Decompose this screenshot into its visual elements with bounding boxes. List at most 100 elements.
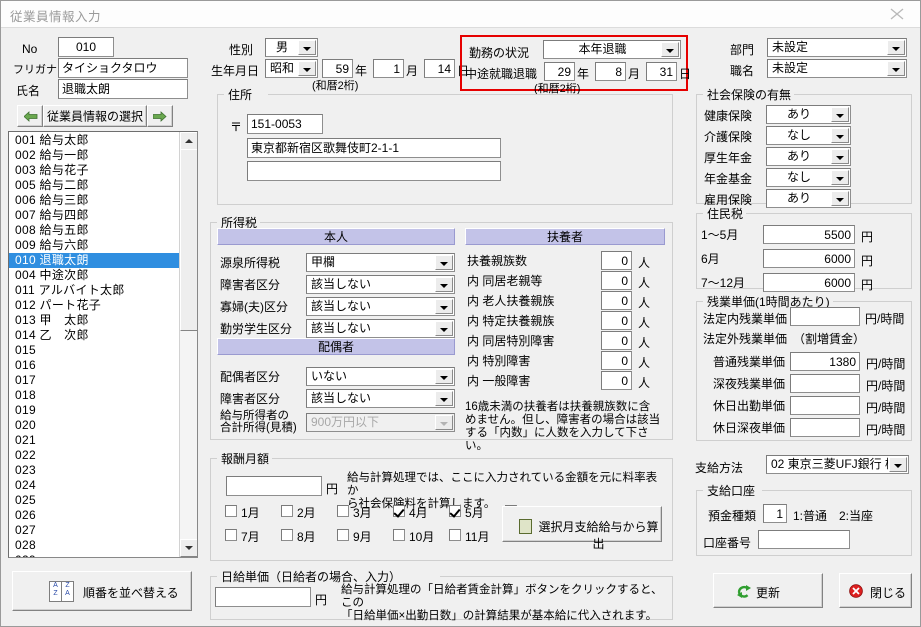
checkbox-icon[interactable]	[393, 529, 405, 541]
sort-order-button[interactable]: AZ ZA 順番を並べ替える	[12, 571, 192, 611]
prev-employee-button[interactable]	[17, 105, 43, 127]
chevron-down-icon[interactable]	[831, 170, 849, 185]
update-button[interactable]: 更新	[713, 573, 823, 608]
list-item[interactable]: 015	[9, 343, 179, 358]
chevron-down-icon[interactable]	[435, 321, 453, 336]
address-line2-field[interactable]	[247, 161, 501, 181]
list-item[interactable]: 016	[9, 358, 179, 373]
chevron-down-icon[interactable]	[889, 457, 907, 472]
list-item[interactable]: 025	[9, 493, 179, 508]
checkbox-icon[interactable]	[225, 505, 237, 517]
chevron-down-icon[interactable]	[831, 128, 849, 143]
employee-list[interactable]: 001 給与太郎 002 給与一郎 003 給与花子 005 給与二郎 006 給与三郎…	[8, 131, 198, 558]
chevron-down-icon[interactable]	[435, 299, 453, 314]
list-item[interactable]: 011 アルバイト太郎	[9, 283, 179, 298]
overtime-rate-field[interactable]	[790, 396, 860, 415]
list-item[interactable]: 010 退職太朗	[9, 253, 179, 268]
list-item[interactable]: 006 給与三郎	[9, 193, 179, 208]
overtime-rate-field[interactable]: 1380	[790, 352, 860, 371]
account-number-field[interactable]	[758, 530, 850, 549]
checkbox-icon[interactable]	[449, 529, 461, 541]
list-item[interactable]: 024	[9, 478, 179, 493]
checkbox-icon[interactable]	[281, 505, 293, 517]
chevron-down-icon[interactable]	[831, 149, 849, 164]
work-status-select[interactable]: 本年退職	[543, 40, 681, 59]
select-employee-button[interactable]: 従業員情報の選択	[43, 105, 147, 127]
list-item[interactable]: 027	[9, 523, 179, 538]
list-item[interactable]: 028	[9, 538, 179, 553]
birth-era-select[interactable]: 昭和	[265, 59, 318, 78]
leave-year-field[interactable]: 29	[544, 62, 575, 81]
list-item[interactable]: 017	[9, 373, 179, 388]
checkbox-icon[interactable]	[337, 529, 349, 541]
chevron-down-icon[interactable]	[831, 107, 849, 122]
next-employee-button[interactable]	[147, 105, 173, 127]
birth-year-field[interactable]: 59	[322, 59, 353, 78]
list-item[interactable]: 007 給与四郎	[9, 208, 179, 223]
dependent-field[interactable]: 0	[601, 271, 632, 290]
dependent-field[interactable]: 0	[601, 351, 632, 370]
chevron-down-icon[interactable]	[435, 277, 453, 292]
resident-tax-field[interactable]: 6000	[763, 249, 855, 268]
list-item[interactable]: 012 パート花子	[9, 298, 179, 313]
list-item[interactable]: 001 給与太郎	[9, 133, 179, 148]
list-item[interactable]: 009 給与六郎	[9, 238, 179, 253]
list-item[interactable]: 023	[9, 463, 179, 478]
checkbox-icon[interactable]	[281, 529, 293, 541]
postal-code-field[interactable]: 151-0053	[247, 114, 323, 134]
chevron-down-icon[interactable]	[887, 61, 905, 76]
department-select[interactable]: 未設定	[767, 38, 907, 57]
list-item[interactable]: 002 給与一郎	[9, 148, 179, 163]
chevron-down-icon[interactable]	[298, 40, 316, 55]
scroll-down-button[interactable]	[180, 539, 197, 557]
employee-list-scrollbar[interactable]	[179, 132, 197, 557]
checkbox-icon[interactable]	[225, 529, 237, 541]
furigana-field[interactable]: タイショクタロウ	[58, 58, 188, 78]
leave-day-field[interactable]: 31	[646, 62, 677, 81]
income-tax-self-select[interactable]: 該当しない	[306, 275, 455, 294]
legal-inside-overtime-field[interactable]	[790, 307, 860, 326]
chevron-down-icon[interactable]	[887, 40, 905, 55]
dependent-field[interactable]: 0	[601, 371, 632, 390]
payment-method-select[interactable]: 02 東京三菱UFJ銀行 柏支	[766, 455, 909, 474]
calc-from-selected-months-button[interactable]: 選択月支給給与から算出	[502, 506, 662, 551]
job-title-select[interactable]: 未設定	[767, 59, 907, 78]
list-item[interactable]: 003 給与花子	[9, 163, 179, 178]
dependent-field[interactable]: 0	[601, 291, 632, 310]
list-item[interactable]: 013 甲 太郎	[9, 313, 179, 328]
dependent-field[interactable]: 0	[601, 251, 632, 270]
list-item[interactable]: 021	[9, 433, 179, 448]
list-item[interactable]: 005 給与二郎	[9, 178, 179, 193]
chevron-down-icon[interactable]	[435, 255, 453, 270]
list-item[interactable]: 022	[9, 448, 179, 463]
list-item[interactable]: 029	[9, 553, 179, 557]
gender-select[interactable]: 男	[265, 38, 318, 57]
social-insurance-select[interactable]: あり	[766, 147, 851, 166]
remuneration-amount-field[interactable]	[226, 476, 322, 496]
social-insurance-select[interactable]: あり	[766, 189, 851, 208]
resident-tax-field[interactable]: 5500	[763, 225, 855, 244]
list-item[interactable]: 019	[9, 403, 179, 418]
scroll-up-button[interactable]	[180, 132, 197, 150]
checkbox-icon[interactable]	[337, 505, 349, 517]
income-tax-self-select[interactable]: 該当しない	[306, 319, 455, 338]
overtime-rate-field[interactable]	[790, 418, 860, 437]
list-item[interactable]: 004 中途次郎	[9, 268, 179, 283]
income-tax-self-select[interactable]: 甲欄	[306, 253, 455, 272]
income-tax-spouse-select[interactable]: いない	[306, 367, 455, 386]
window-close-button[interactable]	[875, 1, 920, 26]
birth-day-field[interactable]: 14	[424, 59, 455, 78]
overtime-rate-field[interactable]	[790, 374, 860, 393]
income-tax-self-select[interactable]: 該当しない	[306, 297, 455, 316]
list-item[interactable]: 014 乙 次郎	[9, 328, 179, 343]
chevron-down-icon[interactable]	[298, 61, 316, 76]
checkbox-icon[interactable]	[393, 505, 405, 517]
chevron-down-icon[interactable]	[661, 42, 679, 57]
close-button[interactable]: 閉じる	[839, 573, 912, 608]
chevron-down-icon[interactable]	[435, 369, 453, 384]
chevron-down-icon[interactable]	[831, 191, 849, 206]
checkbox-icon[interactable]	[449, 505, 461, 517]
resident-tax-field[interactable]: 6000	[763, 273, 855, 292]
address-line1-field[interactable]: 東京都新宿区歌舞伎町2-1-1	[247, 138, 501, 158]
no-field[interactable]: 010	[58, 37, 114, 57]
